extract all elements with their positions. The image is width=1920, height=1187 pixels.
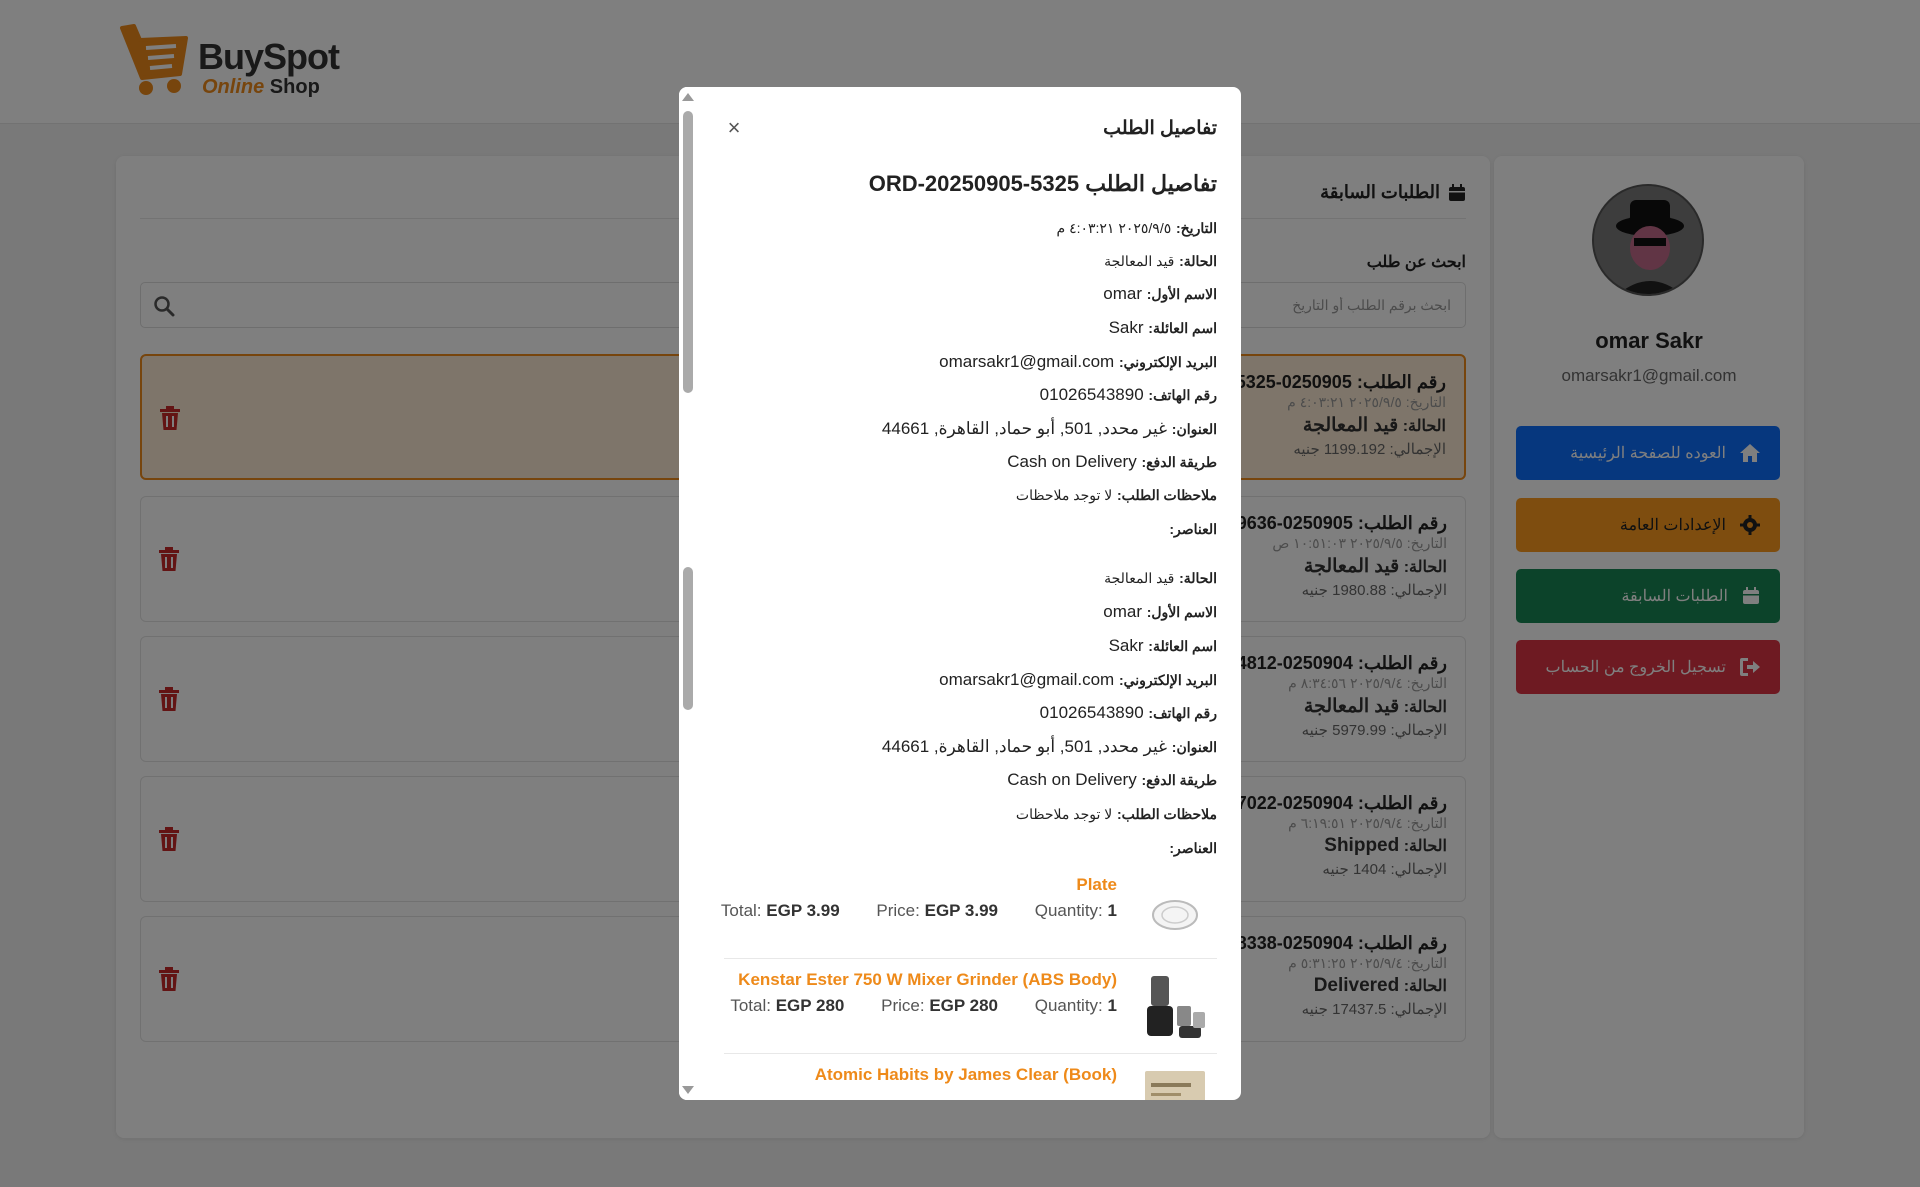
item-meta: Total: EGP 3.99 Price: EGP 3.99 Quantity… xyxy=(720,901,1117,920)
detail-payment: طريقة الدفع: Cash on Delivery xyxy=(1007,770,1217,789)
detail-email: البريد الإلكتروني: omarsakr1@gmail.com xyxy=(939,670,1217,689)
scroll-up-arrow[interactable] xyxy=(682,93,694,101)
detail-last-name: اسم العائلة: Sakr xyxy=(1108,636,1217,655)
detail-items-label: العناصر: xyxy=(1169,521,1217,537)
modal-title: تفاصيل الطلب xyxy=(1103,118,1217,139)
item-name[interactable]: Kenstar Ester 750 W Mixer Grinder (ABS B… xyxy=(738,970,1117,990)
detail-date: التاريخ: ٢٠٢٥/٩/٥ ٤:٠٣:٢١ م xyxy=(1056,220,1218,236)
order-item: Plate Total: EGP 3.99 Price: EGP 3.99 Qu… xyxy=(721,867,1217,959)
order-heading: تفاصيل الطلب ORD-20250905-5325 xyxy=(868,171,1217,196)
book-image xyxy=(1145,1071,1205,1100)
detail-notes: ملاحظات الطلب: لا توجد ملاحظات xyxy=(1015,806,1217,822)
detail-notes: ملاحظات الطلب: لا توجد ملاحظات xyxy=(1015,487,1217,503)
detail-first-name: الاسم الأول: omar xyxy=(1103,284,1217,303)
item-meta: Total: EGP 280 Price: EGP 280 Quantity: … xyxy=(730,996,1117,1015)
scroll-down-arrow[interactable] xyxy=(682,1086,694,1094)
detail-last-name: اسم العائلة: Sakr xyxy=(1108,318,1217,337)
mixer-grinder-image xyxy=(1147,976,1205,1038)
scrollbar[interactable] xyxy=(679,87,696,1100)
detail-address: العنوان: غير محدد, 501, أبو حماد, القاهر… xyxy=(881,419,1217,438)
item-name[interactable]: Atomic Habits by James Clear (Book) xyxy=(815,1065,1117,1085)
detail-items-label: العناصر: xyxy=(1169,840,1217,856)
detail-first-name: الاسم الأول: omar xyxy=(1103,602,1217,621)
order-item: Kenstar Ester 750 W Mixer Grinder (ABS B… xyxy=(724,962,1217,1054)
detail-phone: رقم الهاتف: 01026543890 xyxy=(1039,385,1217,404)
detail-address: العنوان: غير محدد, 501, أبو حماد, القاهر… xyxy=(881,737,1217,756)
item-name[interactable]: Plate xyxy=(1076,875,1117,895)
order-details-modal: تفاصيل الطلب × تفاصيل الطلب ORD-20250905… xyxy=(679,87,1241,1100)
detail-payment: طريقة الدفع: Cash on Delivery xyxy=(1007,452,1217,471)
order-item: Atomic Habits by James Clear (Book) xyxy=(724,1057,1217,1100)
close-icon[interactable]: × xyxy=(724,115,744,141)
detail-status: الحالة: قيد المعالجة xyxy=(1104,253,1217,269)
detail-status: الحالة: قيد المعالجة xyxy=(1104,570,1217,586)
detail-phone: رقم الهاتف: 01026543890 xyxy=(1039,703,1217,722)
scroll-thumb[interactable] xyxy=(683,567,693,710)
plate-image xyxy=(1152,900,1198,930)
scroll-thumb[interactable] xyxy=(683,111,693,393)
detail-email: البريد الإلكتروني: omarsakr1@gmail.com xyxy=(939,352,1217,371)
